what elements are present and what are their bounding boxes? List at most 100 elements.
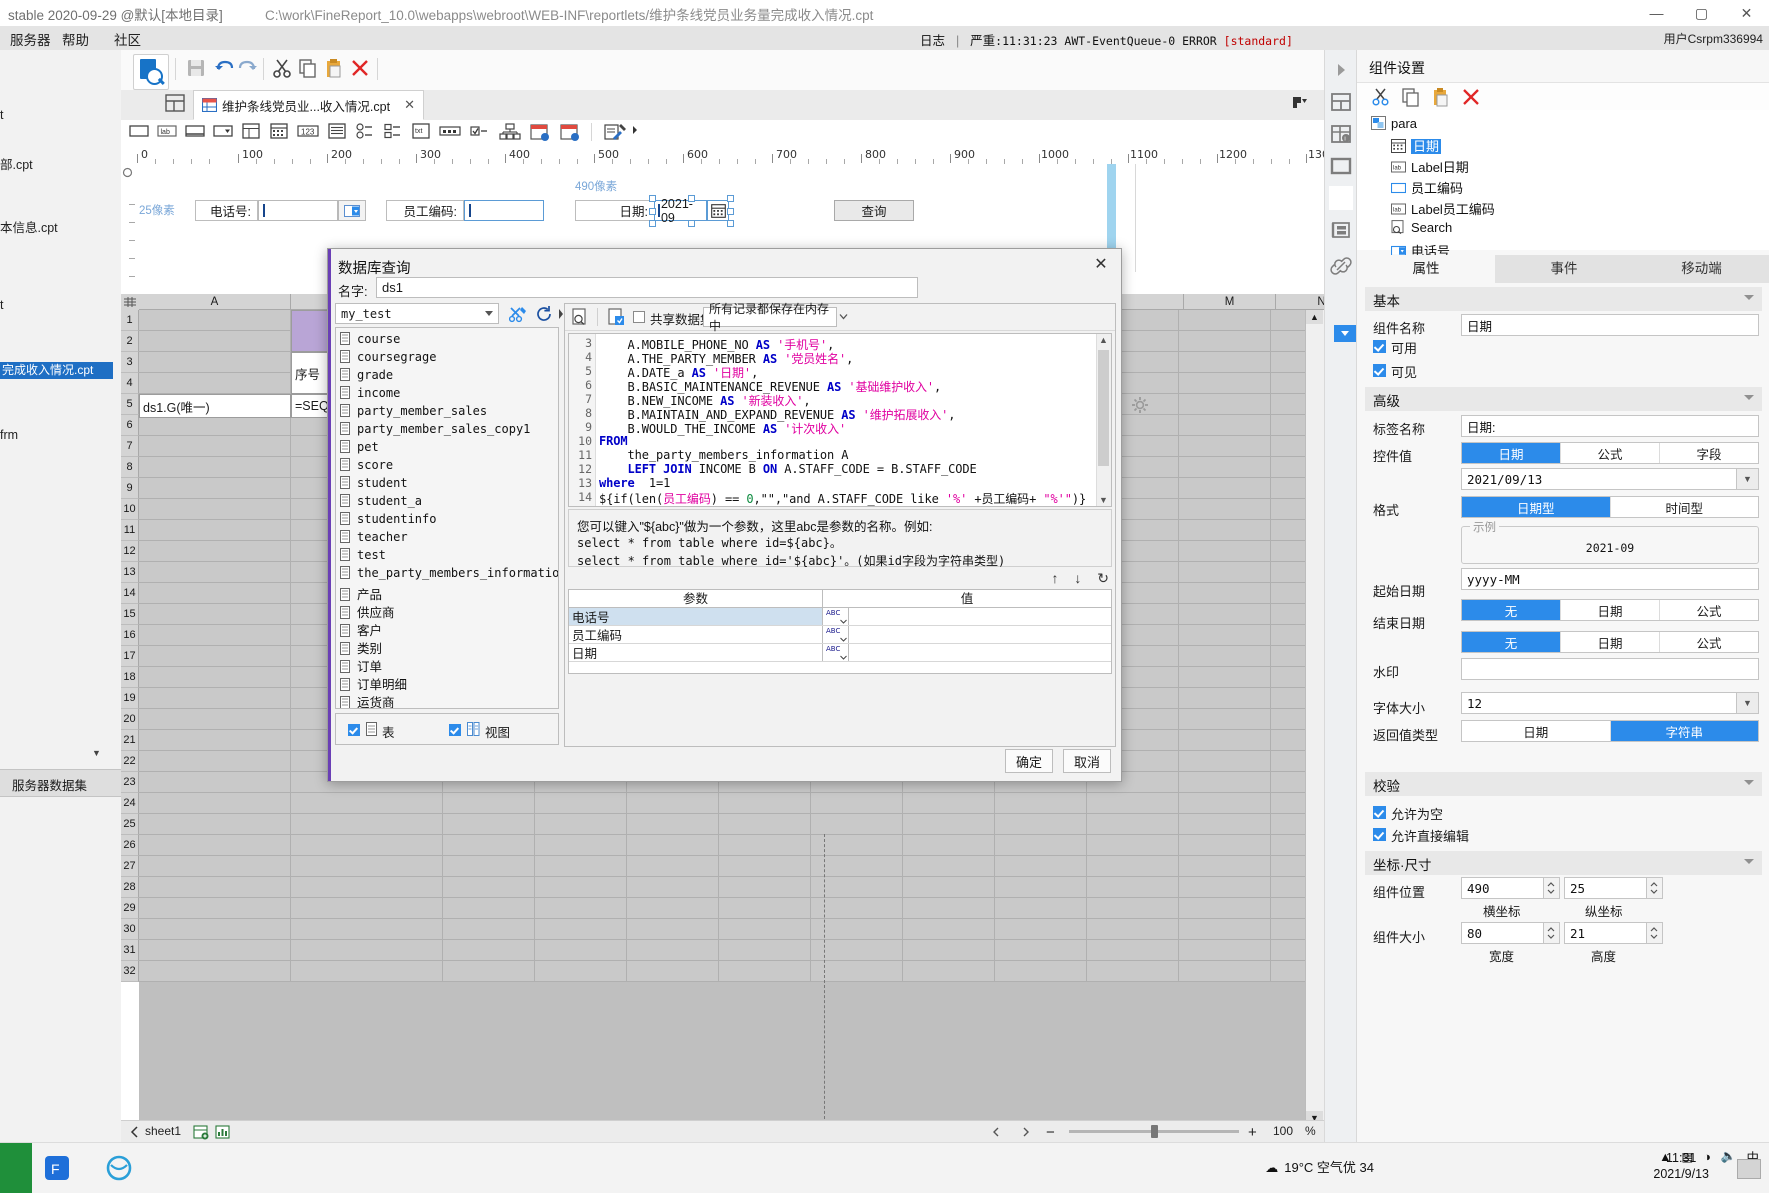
grid-cell[interactable]	[1179, 667, 1271, 688]
date-picker-button[interactable]	[707, 200, 729, 221]
taskbar-clock[interactable]: 11:31 2021/9/13	[1653, 1150, 1709, 1182]
grid-cell[interactable]	[1179, 730, 1271, 751]
row-header-13[interactable]: 13	[121, 562, 139, 583]
radio-group-widget-icon[interactable]	[355, 123, 375, 143]
document-tab-close-icon[interactable]: ✕	[404, 97, 415, 113]
grid-cell[interactable]	[291, 898, 443, 919]
table-item-3[interactable]: income	[340, 386, 400, 402]
input-size-width[interactable]: 80	[1461, 922, 1544, 944]
grid-cell[interactable]	[443, 898, 535, 919]
checkbox-show-views[interactable]	[449, 724, 461, 736]
taskbar-app-designer[interactable]: F	[38, 1149, 76, 1187]
table-list[interactable]: course coursegrage grade income party_me…	[335, 327, 559, 709]
scroll-up-arrow[interactable]: ▲	[1306, 310, 1323, 324]
staff-input[interactable]	[464, 200, 544, 221]
seg-return-string[interactable]: 字符串	[1610, 721, 1758, 741]
col-header-A[interactable]: A	[139, 294, 291, 310]
query-button[interactable]: 查询	[834, 200, 914, 221]
sheet-tab-label[interactable]: sheet1	[145, 1124, 181, 1138]
checkbox-visible[interactable]	[1373, 364, 1386, 377]
menu-item-server[interactable]: 服务器	[10, 29, 51, 49]
table-item-15[interactable]: 供应商	[340, 602, 395, 620]
row-header-12[interactable]: 12	[121, 541, 139, 562]
paste-icon[interactable]	[323, 57, 347, 81]
menu-item-help[interactable]: 帮助	[62, 29, 89, 49]
dropdown-font-size[interactable]: ▼	[1737, 692, 1759, 714]
grid-cell[interactable]	[443, 961, 535, 982]
grid-cell[interactable]	[903, 835, 995, 856]
segmented-widget-value[interactable]: 日期 公式 字段	[1461, 442, 1759, 464]
grid-cell[interactable]	[627, 835, 719, 856]
param-value-1[interactable]	[849, 626, 1111, 643]
seg-widget-value-date[interactable]: 日期	[1462, 443, 1561, 463]
segmented-end-date[interactable]: 无 日期 公式	[1461, 631, 1759, 653]
left-item-1[interactable]: 部.cpt	[0, 154, 33, 173]
grid-cell[interactable]	[139, 373, 291, 394]
grid-cell[interactable]	[719, 856, 811, 877]
grid-cell[interactable]	[995, 898, 1087, 919]
seg-return-date[interactable]: 日期	[1462, 721, 1611, 741]
grid-cell[interactable]	[627, 940, 719, 961]
dialog-close-button[interactable]: ✕	[1091, 255, 1111, 275]
grid-cell[interactable]	[139, 331, 291, 352]
sql-scroll-down-arrow[interactable]: ▼	[1099, 495, 1108, 505]
table-item-6[interactable]: pet	[340, 440, 379, 456]
left-item-2[interactable]: 本信息.cpt	[0, 217, 58, 236]
frame-attribute-icon[interactable]	[1329, 154, 1353, 178]
grid-cell[interactable]	[1179, 583, 1271, 604]
grid-cell[interactable]	[139, 499, 291, 520]
table-item-17[interactable]: 类别	[340, 638, 382, 656]
grid-cell[interactable]	[1179, 352, 1271, 373]
param-value-0[interactable]	[849, 608, 1111, 625]
checkbox-widget-icon[interactable]	[469, 123, 489, 143]
table-item-18[interactable]: 订单	[340, 656, 382, 674]
row-header-19[interactable]: 19	[121, 688, 139, 709]
grid-cell[interactable]	[1179, 394, 1271, 415]
row-header-11[interactable]: 11	[121, 520, 139, 541]
grid-cell[interactable]	[627, 856, 719, 877]
table-item-2[interactable]: grade	[340, 368, 393, 384]
widget-settings-icon[interactable]	[1329, 186, 1356, 342]
table-row[interactable]: 电话号 ABC	[569, 608, 1111, 626]
undo-icon[interactable]	[213, 57, 237, 81]
grid-cell[interactable]	[139, 583, 291, 604]
checkbox-enabled[interactable]	[1373, 340, 1386, 353]
grid-cell[interactable]	[139, 898, 291, 919]
grid-cell[interactable]	[627, 793, 719, 814]
left-item-4[interactable]: frm	[0, 428, 18, 442]
table-item-0[interactable]: course	[340, 332, 400, 348]
date-widget-icon[interactable]	[529, 123, 551, 143]
seg-end-date[interactable]: 日期	[1561, 632, 1660, 652]
grid-cell[interactable]	[139, 751, 291, 772]
grid-cell[interactable]	[627, 877, 719, 898]
grid-cell[interactable]	[139, 562, 291, 583]
section-validate[interactable]: 校验	[1365, 772, 1762, 796]
grid-cell[interactable]	[443, 877, 535, 898]
hscroll-left-arrow[interactable]	[991, 1127, 1001, 1137]
grid-cell[interactable]	[719, 898, 811, 919]
phone-input[interactable]	[258, 200, 338, 221]
param-type-2[interactable]: ABC	[823, 644, 849, 661]
grid-cell[interactable]	[535, 814, 627, 835]
grid-cell[interactable]	[1179, 373, 1271, 394]
grid-cell[interactable]	[139, 772, 291, 793]
grid-cell[interactable]	[291, 877, 443, 898]
grid-cell[interactable]	[291, 919, 443, 940]
grid-cell[interactable]	[1087, 898, 1179, 919]
row-header-9[interactable]: 9	[121, 478, 139, 499]
grid-cell[interactable]	[139, 730, 291, 751]
grid-cell[interactable]	[1179, 688, 1271, 709]
row-header-22[interactable]: 22	[121, 751, 139, 772]
row-header-26[interactable]: 26	[121, 835, 139, 856]
refresh-params-icon[interactable]: ↻	[1097, 570, 1109, 586]
phone-label[interactable]: 电话号:	[195, 200, 258, 221]
widget-overflow-caret[interactable]	[631, 123, 641, 143]
grid-cell[interactable]	[535, 940, 627, 961]
grid-cell[interactable]	[719, 940, 811, 961]
tree-node-label-staff[interactable]: lab Label员工编码	[1391, 199, 1495, 218]
listbox-widget-icon[interactable]	[241, 123, 261, 143]
zoom-slider-track[interactable]	[1069, 1125, 1239, 1138]
grid-cell[interactable]	[139, 919, 291, 940]
grid-cell[interactable]	[1179, 310, 1271, 331]
segmented-return-type[interactable]: 日期 字符串	[1461, 720, 1759, 742]
